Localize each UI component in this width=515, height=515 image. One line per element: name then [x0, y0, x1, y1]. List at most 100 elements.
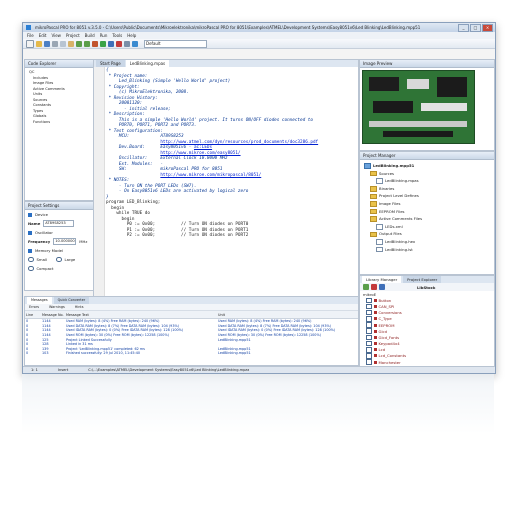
message-cell: Finished successfully: 29 Jul 2010, 11:4… [66, 351, 141, 356]
maximize-button[interactable]: □ [470, 24, 481, 32]
cut-icon[interactable] [52, 40, 58, 47]
code-link[interactable]: http://www.atmel.com/dyn/resources/prod_… [160, 140, 318, 145]
open-icon[interactable] [36, 40, 42, 47]
library-icon [373, 335, 377, 339]
editor-tabs: Start Page LedBlinking.mpas [94, 60, 358, 67]
library-checkbox[interactable] [366, 297, 372, 304]
library-checkbox[interactable] [366, 303, 372, 310]
code-editor[interactable]: Start Page LedBlinking.mpas { * Project … [93, 59, 359, 297]
menu-view[interactable]: View [51, 32, 61, 39]
menu-tools[interactable]: Tools [112, 32, 122, 39]
tab-ledblinking[interactable]: LedBlinking.mpas [125, 60, 170, 67]
code-link[interactable]: http://www.mikroe.com/mikropascal/8051/ [160, 173, 261, 178]
library-checkbox[interactable] [366, 309, 372, 316]
title-bar: mikroPascal PRO for 8051 v.3.5.0 - C:\Us… [23, 23, 495, 32]
hints-filter[interactable]: Hints [75, 304, 84, 310]
tab-quick-converter[interactable]: Quick Converter [53, 297, 90, 304]
check-all-icon[interactable] [363, 284, 369, 290]
memory-icon [28, 248, 32, 253]
close-button[interactable]: × [482, 24, 493, 32]
code-line[interactable]: P2 := 0x00; // Turn ON diodes on PORT2 [106, 233, 318, 239]
errors-filter[interactable]: Errors [29, 304, 39, 310]
col-line[interactable]: Line [25, 311, 41, 319]
menu-file[interactable]: File [27, 32, 34, 39]
col-message-no[interactable]: Message No. [41, 311, 65, 319]
project-node[interactable]: EEPROM Files [364, 208, 492, 216]
message-row[interactable]: 0 103 Finished successfully: 29 Jul 2010, … [25, 351, 358, 356]
debug-icon[interactable] [108, 40, 114, 47]
minimize-button[interactable]: _ [458, 24, 469, 32]
code-explorer-item[interactable]: Functions [29, 120, 91, 126]
clear-all-icon[interactable] [371, 284, 377, 290]
code-link[interactable]: ac:LEDs [194, 145, 212, 150]
library-icon [373, 360, 377, 364]
tab-start-page[interactable]: Start Page [96, 60, 125, 67]
run-icon[interactable] [100, 40, 106, 47]
project-node[interactable]: Sources [364, 170, 492, 178]
libstock-button[interactable]: LibStock [417, 285, 435, 290]
file-icon [376, 178, 383, 184]
frequency-input[interactable]: 10.000000 [53, 238, 77, 245]
library-icon [373, 329, 377, 333]
col-message-text[interactable]: Message Text [65, 311, 217, 319]
file-icon [376, 246, 383, 253]
col-unit[interactable]: Unit [217, 311, 358, 319]
library-checkbox[interactable] [366, 347, 372, 353]
library-checkbox[interactable] [366, 316, 372, 322]
main-window: mikroPascal PRO for 8051 v.3.5.0 - C:\Us… [22, 22, 496, 374]
large-label: Large [64, 257, 76, 262]
tab-project-explorer[interactable]: Project Explorer [403, 276, 442, 283]
window-title: mikroPascal PRO for 8051 v.3.5.0 - C:\Us… [35, 25, 421, 30]
message-cell: 103 [42, 351, 49, 356]
undo-icon[interactable] [76, 40, 82, 47]
library-checkbox[interactable] [366, 340, 372, 347]
folder-icon [370, 170, 377, 177]
status-bar: 1: 1 Insert C:\...\Examples\ATMEL\Develo… [23, 366, 495, 373]
project-node[interactable]: Binaries [364, 185, 492, 193]
project-node[interactable]: Project Level Defines [364, 192, 492, 200]
copy-icon[interactable] [60, 40, 66, 47]
project-node[interactable]: Active Comments Files [364, 215, 492, 223]
project-node[interactable]: LedBlinking.hex [364, 238, 492, 246]
code-text[interactable]: { * Project name: Led_Blinking (Simple '… [106, 68, 318, 239]
project-node[interactable]: LedBlinking.mpas [364, 177, 492, 185]
warnings-filter[interactable]: Warnings [49, 304, 65, 310]
scheme-select[interactable]: Default [144, 39, 207, 48]
project-node[interactable]: LEDs.xml [364, 223, 492, 231]
folder-icon [370, 186, 377, 192]
find-icon[interactable] [124, 40, 130, 47]
help-icon[interactable] [132, 40, 138, 47]
tab-messages[interactable]: Messages [27, 297, 52, 304]
save-icon[interactable] [44, 40, 50, 47]
tab-library-manager[interactable]: Library Manager [362, 276, 402, 283]
library-checkbox[interactable] [366, 334, 372, 341]
menu-build[interactable]: Build [85, 32, 95, 39]
library-checkbox[interactable] [366, 353, 372, 359]
project-root[interactable]: LedBlinking.mpp51 [364, 162, 492, 170]
menu-run[interactable]: Run [100, 32, 108, 39]
project-node[interactable]: LedBlinking.lst [364, 246, 492, 254]
code-link[interactable]: http://www.mikroe.com/easy8051/ [160, 151, 240, 156]
library-checkbox[interactable] [366, 359, 372, 365]
menu-edit[interactable]: Edit [39, 32, 47, 39]
library-checkbox[interactable] [366, 322, 372, 328]
device-name-select[interactable]: AT89S8253 [43, 220, 75, 227]
project-settings-title: Project Settings [25, 202, 93, 210]
small-radio[interactable] [28, 256, 34, 263]
compact-radio[interactable] [28, 265, 34, 272]
project-node[interactable]: Output Files [364, 230, 492, 238]
refresh-icon[interactable] [379, 284, 385, 290]
stop-icon[interactable] [116, 40, 122, 47]
paste-icon[interactable] [68, 40, 74, 47]
menu-help[interactable]: Help [127, 32, 136, 39]
project-node[interactable]: Image Files [364, 200, 492, 208]
menu-project[interactable]: Project [66, 32, 80, 39]
new-icon[interactable] [26, 39, 34, 48]
message-cell: LedBlinking.mpp51 [218, 351, 251, 356]
library-checkbox[interactable] [366, 328, 372, 334]
redo-icon[interactable] [84, 40, 90, 47]
file-icon [376, 239, 383, 245]
device-icon [28, 212, 32, 217]
large-radio[interactable] [56, 256, 62, 263]
build-icon[interactable] [92, 40, 98, 47]
